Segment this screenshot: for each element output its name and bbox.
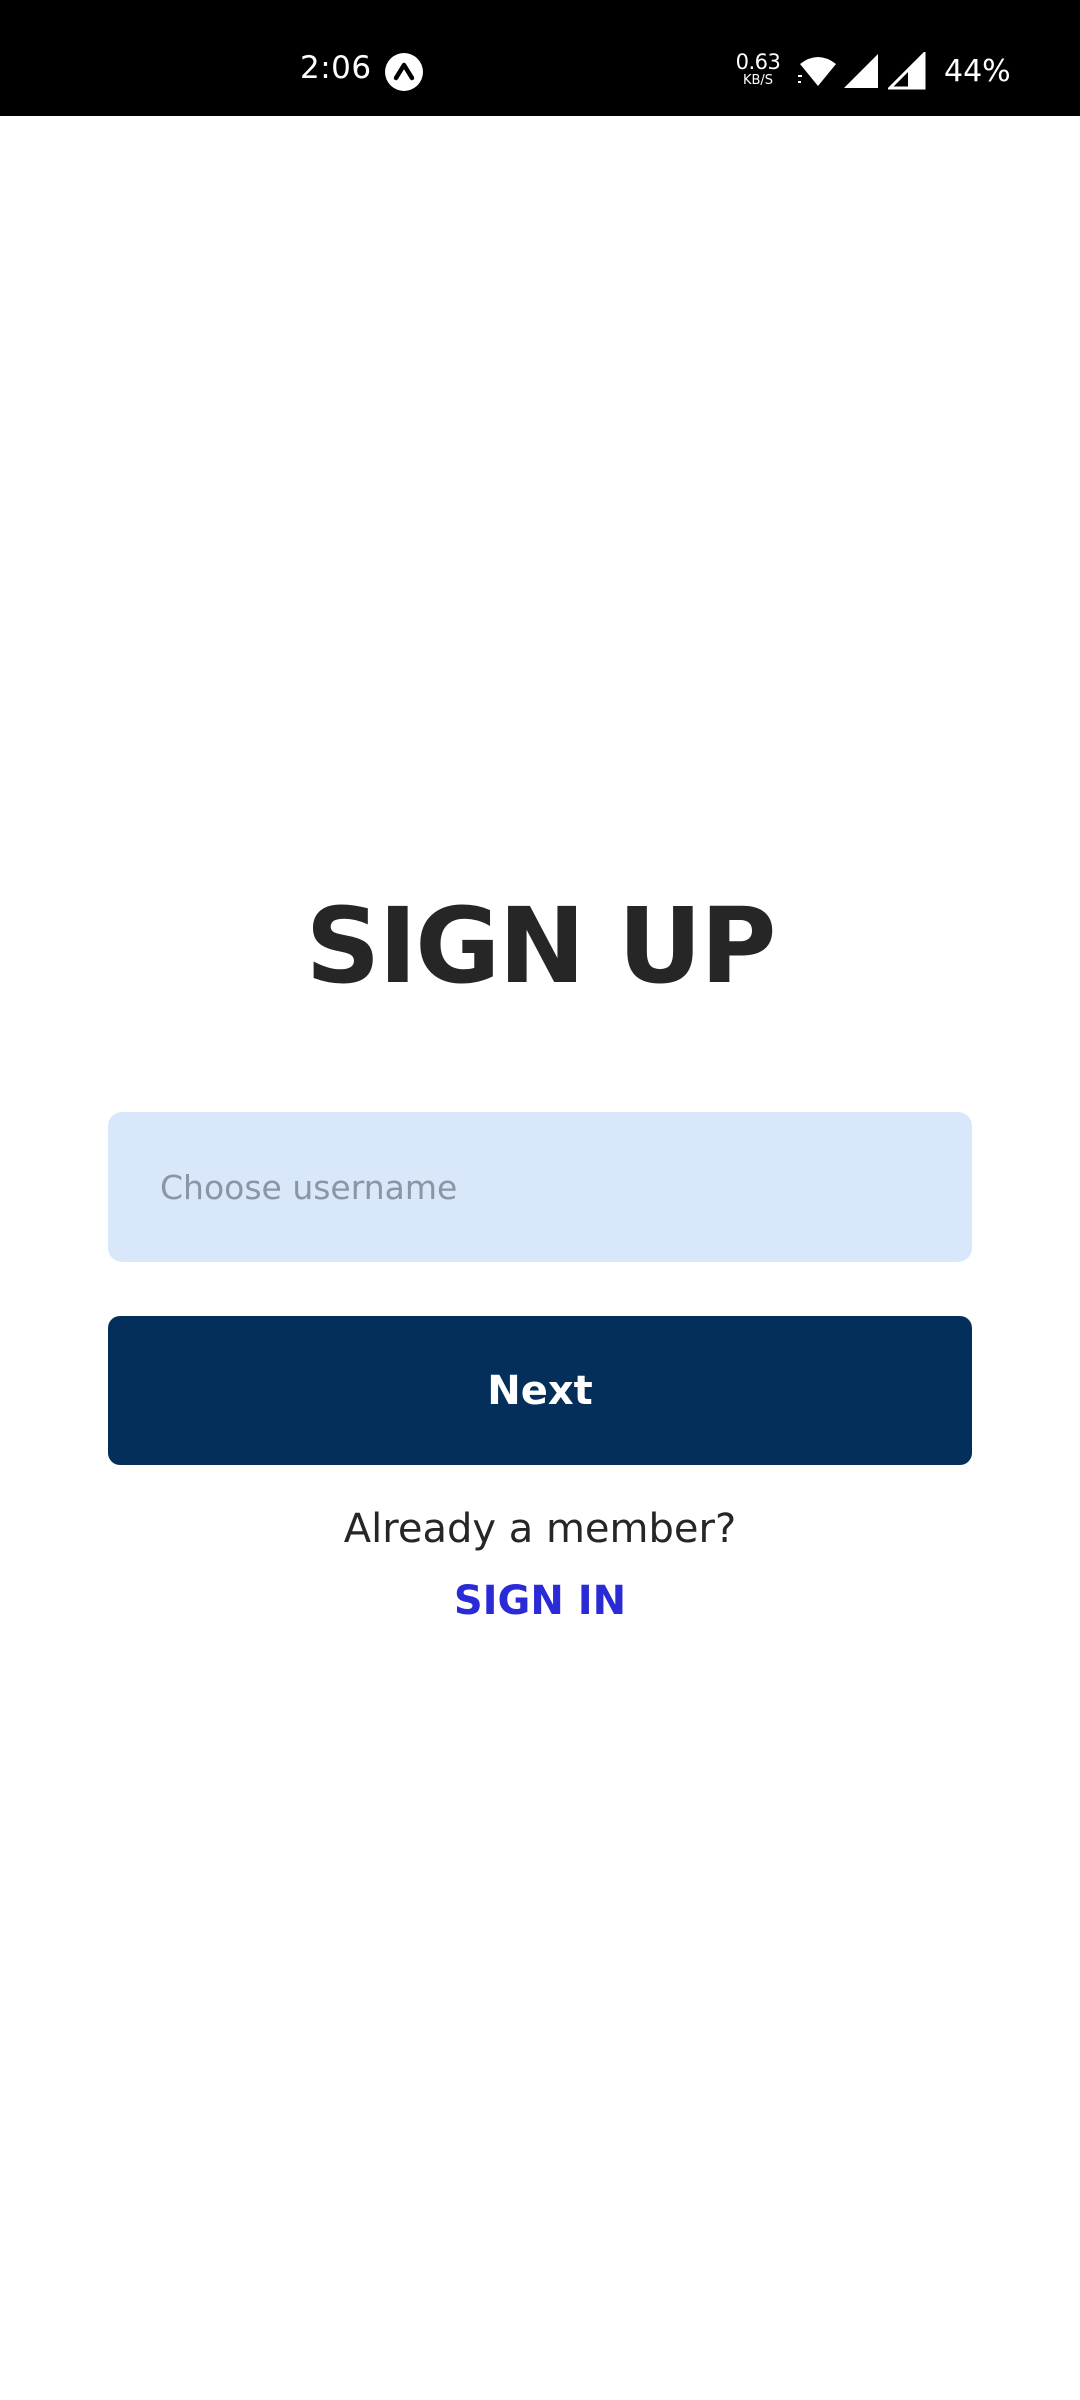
username-input[interactable]: [160, 1112, 972, 1262]
caret-up-circle-icon: [385, 53, 423, 91]
next-button-label: Next: [487, 1367, 593, 1414]
status-time: 2:06: [300, 50, 372, 86]
next-button[interactable]: Next: [108, 1316, 972, 1465]
sign-in-link[interactable]: SIGN IN: [0, 1578, 1080, 1624]
network-speed-unit: KB/S: [742, 73, 774, 88]
network-speed: 0.63 KB/S: [734, 50, 782, 88]
wifi-icon: [798, 57, 836, 86]
battery-level: 44%: [944, 54, 1011, 89]
page-title: SIGN UP: [305, 885, 777, 1007]
member-prompt: Already a member?: [343, 1506, 737, 1552]
network-speed-value: 0.63: [735, 50, 781, 74]
signal-icon: [888, 52, 926, 90]
signal-icon: [844, 54, 878, 88]
status-bar: 2:06 0.63 KB/S 44%: [0, 0, 1080, 116]
username-field[interactable]: [108, 1112, 972, 1262]
